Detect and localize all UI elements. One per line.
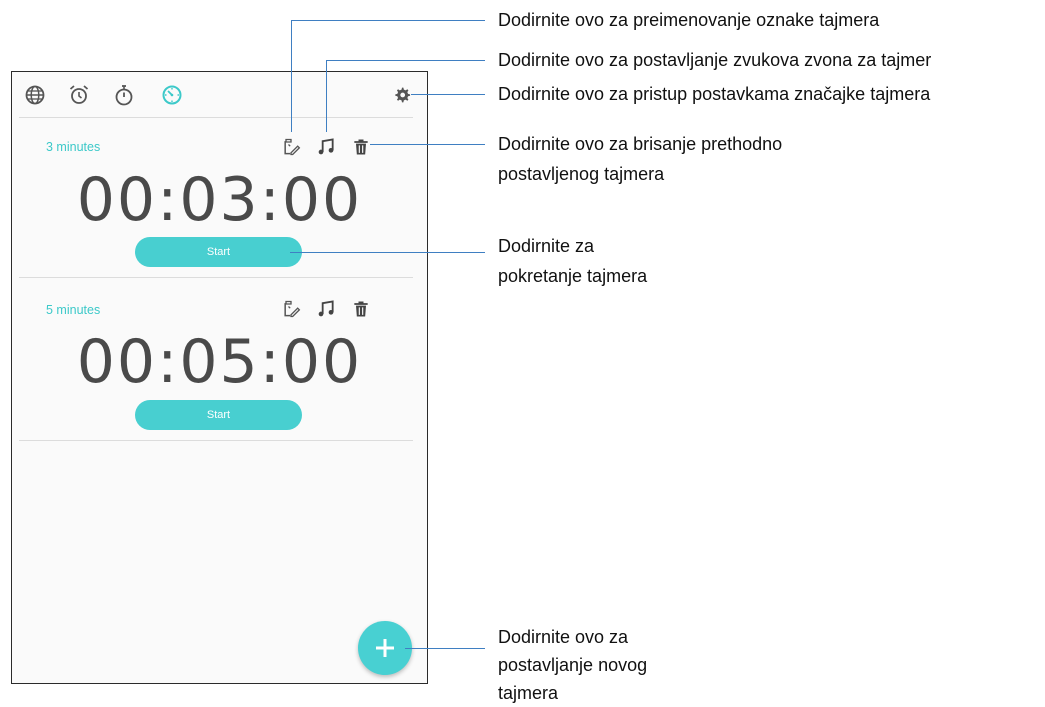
timer-app-screen: 3 minutes 00:03:00 Start 5 minutes 00:05… <box>11 71 428 684</box>
callout-delete-line2: postavljenog tajmera <box>498 164 665 184</box>
start-button[interactable]: Start <box>135 237 302 267</box>
timer-label[interactable]: 5 minutes <box>46 303 100 317</box>
callout-line-ringtone-h <box>326 60 485 61</box>
alarm-clock-icon[interactable] <box>67 83 91 107</box>
callout-delete-line1: Dodirnite ovo za brisanje prethodno <box>498 134 783 154</box>
timer-label[interactable]: 3 minutes <box>46 140 100 154</box>
callout-settings: Dodirnite ovo za pristup postavkama znač… <box>498 84 931 104</box>
top-divider <box>19 117 413 118</box>
timer-divider <box>19 440 413 441</box>
timer-divider <box>19 277 413 278</box>
callout-start-line2: pokretanje tajmera <box>498 266 648 286</box>
trash-icon[interactable] <box>351 137 371 157</box>
timer-icon[interactable] <box>160 83 184 107</box>
plus-icon <box>376 639 394 657</box>
callout-line-start <box>290 252 485 253</box>
rename-label-icon[interactable] <box>281 299 301 319</box>
music-note-icon[interactable] <box>316 137 336 157</box>
timer-time-display: 00:05:00 <box>76 327 363 397</box>
callout-ringtone: Dodirnite ovo za postavljanje zvukova zv… <box>498 50 932 70</box>
callout-add-line1: Dodirnite ovo za <box>498 627 629 647</box>
trash-icon[interactable] <box>351 299 371 319</box>
callout-line-add <box>405 648 485 649</box>
callout-add-line2: postavljanje novog <box>498 655 648 675</box>
callout-add-line3: tajmera <box>498 683 559 703</box>
add-timer-button[interactable] <box>358 621 412 675</box>
callout-rename: Dodirnite ovo za preimenovanje oznake ta… <box>498 10 880 30</box>
globe-icon[interactable] <box>23 83 47 107</box>
callout-line-rename <box>291 20 292 132</box>
callout-start-line1: Dodirnite za <box>498 236 595 256</box>
timer-time-display: 00:03:00 <box>76 165 363 235</box>
callout-line-ringtone <box>326 60 327 132</box>
start-button[interactable]: Start <box>135 400 302 430</box>
callout-line-rename-h <box>291 20 485 21</box>
gear-icon[interactable] <box>391 83 413 107</box>
music-note-icon[interactable] <box>316 299 336 319</box>
top-tab-bar <box>12 72 427 118</box>
stopwatch-icon[interactable] <box>112 83 136 107</box>
callout-line-delete <box>370 144 485 145</box>
rename-label-icon[interactable] <box>281 137 301 157</box>
callout-line-settings <box>411 94 485 95</box>
